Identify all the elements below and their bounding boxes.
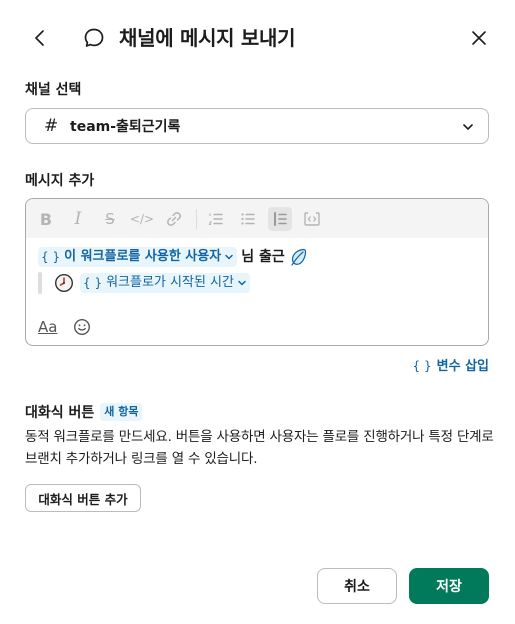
variable-brace-icon: { } bbox=[83, 276, 103, 290]
add-interactive-button[interactable]: 대화식 버튼 추가 bbox=[25, 484, 141, 512]
italic-icon[interactable]: I bbox=[66, 207, 90, 231]
formatting-toolbar: B I S </> bbox=[26, 199, 488, 238]
quote-bar bbox=[38, 272, 42, 294]
ordered-list-icon[interactable] bbox=[204, 207, 228, 231]
message-text: 님 출근 bbox=[241, 249, 285, 265]
modal-header: 채널에 메시지 보내기 bbox=[0, 0, 515, 78]
variable-chip-label: 워크플로가 시작된 시간 bbox=[106, 275, 234, 290]
save-button[interactable]: 저장 bbox=[409, 568, 489, 604]
back-button[interactable] bbox=[26, 24, 54, 52]
variable-brace-icon: { } bbox=[412, 359, 432, 373]
close-icon bbox=[472, 31, 486, 45]
text-format-button[interactable]: Aa bbox=[38, 317, 57, 337]
hash-icon: # bbox=[44, 116, 59, 136]
page-title: 채널에 메시지 보내기 bbox=[119, 26, 296, 50]
strikethrough-icon[interactable]: S bbox=[98, 207, 122, 231]
close-button[interactable] bbox=[465, 24, 493, 52]
message-line-1: { } 이 워크플로를 사용한 사용자 님 출근 bbox=[38, 246, 309, 268]
toolbar-divider bbox=[196, 209, 197, 229]
message-label: 메시지 추가 bbox=[25, 173, 95, 189]
chevron-left-icon bbox=[35, 30, 44, 46]
channel-select[interactable]: # team-출퇴근기록 bbox=[25, 108, 489, 144]
cancel-button[interactable]: 취소 bbox=[317, 568, 397, 604]
blockquote-icon[interactable] bbox=[268, 207, 292, 231]
interactive-button-title: 대화식 버튼 bbox=[25, 405, 95, 421]
channel-select-label: 채널 선택 bbox=[25, 82, 82, 98]
clock-emoji-icon bbox=[54, 273, 74, 293]
bold-icon[interactable]: B bbox=[34, 207, 58, 231]
speech-bubble-icon bbox=[84, 28, 104, 47]
variable-brace-icon: { } bbox=[41, 250, 61, 264]
chevron-down-icon bbox=[463, 124, 473, 130]
insert-variable-label: 변수 삽입 bbox=[436, 359, 489, 374]
variable-chip-label: 이 워크플로를 사용한 사용자 bbox=[64, 249, 222, 264]
interactive-button-heading: 대화식 버튼 새 항목 bbox=[25, 402, 143, 422]
smile-icon[interactable] bbox=[73, 318, 91, 336]
code-icon[interactable]: </> bbox=[130, 207, 154, 231]
leaf-emoji-icon bbox=[291, 248, 306, 266]
interactive-button-description: 동적 워크플로를 만드세요. 버튼을 사용하면 사용자는 플로를 진행하거나 특… bbox=[25, 429, 494, 467]
chevron-down-icon bbox=[238, 280, 246, 286]
code-block-icon[interactable] bbox=[300, 207, 324, 231]
message-quote-line: { } 워크플로가 시작된 시간 bbox=[38, 272, 250, 294]
channel-select-value: team-출퇴근기록 bbox=[70, 119, 181, 135]
message-editor[interactable]: B I S </> { } 이 워크플로를 사용한 사용자 님 출근 {} 워… bbox=[25, 198, 489, 346]
chevron-down-icon bbox=[225, 254, 233, 260]
variable-chip-start-time[interactable]: { } 워크플로가 시작된 시간 bbox=[80, 273, 250, 293]
link-icon[interactable] bbox=[162, 207, 186, 231]
insert-variable-link[interactable]: { } 변수 삽입 bbox=[413, 356, 489, 377]
new-badge: 새 항목 bbox=[100, 403, 143, 421]
bullet-list-icon[interactable] bbox=[236, 207, 260, 231]
editor-bottom-tools: Aa bbox=[38, 317, 91, 337]
variable-chip-user[interactable]: { } 이 워크플로를 사용한 사용자 bbox=[38, 247, 238, 267]
